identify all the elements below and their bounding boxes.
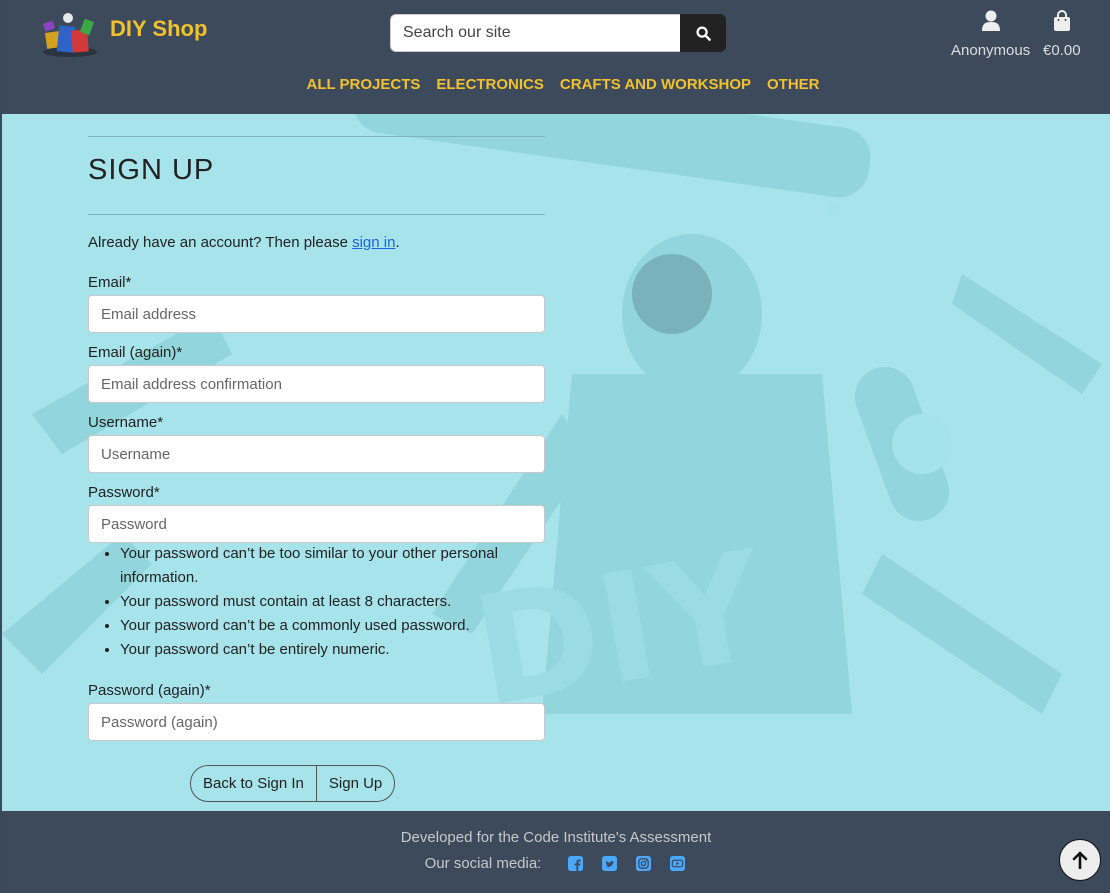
logo-icon[interactable] — [40, 10, 100, 58]
nav-other[interactable]: OTHER — [767, 76, 820, 93]
form-actions: Back to Sign In Sign Up — [190, 765, 396, 802]
back-to-signin-button[interactable]: Back to Sign In — [190, 765, 317, 802]
site-header: DIY Shop Anonymous €0.00 — [2, 0, 1110, 114]
email-label: Email* — [88, 274, 132, 291]
divider — [88, 136, 545, 137]
search-form — [390, 14, 726, 52]
site-footer: Developed for the Code Institute's Asses… — [2, 811, 1110, 893]
shopping-bag-icon — [1053, 10, 1070, 31]
username-label: Username* — [88, 414, 164, 431]
password-help-item: Your password must contain at least 8 ch… — [120, 590, 545, 614]
password-help-item: Your password can’t be too similar to yo… — [120, 542, 545, 590]
signup-button[interactable]: Sign Up — [316, 765, 396, 802]
cart-total: €0.00 — [1043, 42, 1081, 59]
back-to-top-button[interactable] — [1059, 839, 1101, 881]
signin-note-suffix: . — [395, 234, 400, 251]
instagram-icon — [635, 855, 651, 871]
email-confirm-label: Email (again)* — [88, 344, 183, 361]
arrow-up-icon — [1072, 851, 1088, 869]
social-links: Our social media: — [2, 853, 1110, 873]
search-icon — [695, 25, 711, 41]
signin-link[interactable]: sign in — [352, 234, 395, 251]
password-confirm-field[interactable] — [88, 703, 545, 741]
brand-name[interactable]: DIY Shop — [110, 16, 207, 42]
main-nav: ALL PROJECTS ELECTRONICS CRAFTS AND WORK… — [2, 76, 1110, 93]
nav-crafts-and-workshop[interactable]: CRAFTS AND WORKSHOP — [560, 76, 751, 93]
youtube-icon — [669, 855, 685, 871]
username-field[interactable] — [88, 435, 545, 473]
email-confirm-field[interactable] — [88, 365, 545, 403]
social-label: Our social media: — [424, 854, 542, 872]
password-help-item: Your password can’t be entirely numeric. — [120, 638, 545, 662]
password-field[interactable] — [88, 505, 545, 543]
password-label: Password* — [88, 484, 160, 501]
account-label: Anonymous — [951, 42, 1031, 59]
twitter-icon — [601, 855, 617, 871]
signin-note: Already have an account? Then please sig… — [88, 234, 400, 251]
search-input[interactable] — [390, 14, 680, 52]
password-confirm-label: Password (again)* — [88, 682, 211, 699]
account-menu[interactable]: Anonymous — [951, 8, 1030, 59]
user-icon — [981, 10, 1000, 31]
footer-credit: Developed for the Code Institute's Asses… — [400, 829, 712, 846]
nav-all-projects[interactable]: ALL PROJECTS — [306, 76, 420, 93]
password-help-list: Your password can’t be too similar to yo… — [88, 542, 545, 662]
facebook-icon — [567, 855, 583, 871]
nav-electronics[interactable]: ELECTRONICS — [436, 76, 544, 93]
page-title: SIGN UP — [88, 154, 215, 186]
twitter-link[interactable] — [599, 853, 619, 873]
signin-note-text: Already have an account? Then please — [88, 234, 353, 251]
divider — [88, 214, 545, 215]
search-button[interactable] — [680, 14, 726, 52]
instagram-link[interactable] — [633, 853, 653, 873]
facebook-link[interactable] — [565, 853, 585, 873]
youtube-link[interactable] — [667, 853, 687, 873]
main-content: DIY SIGN UP Already have an account? The… — [2, 114, 1110, 811]
email-field[interactable] — [88, 295, 545, 333]
password-help-item: Your password can’t be a commonly used p… — [120, 614, 545, 638]
cart-link[interactable]: €0.00 — [1043, 8, 1081, 59]
